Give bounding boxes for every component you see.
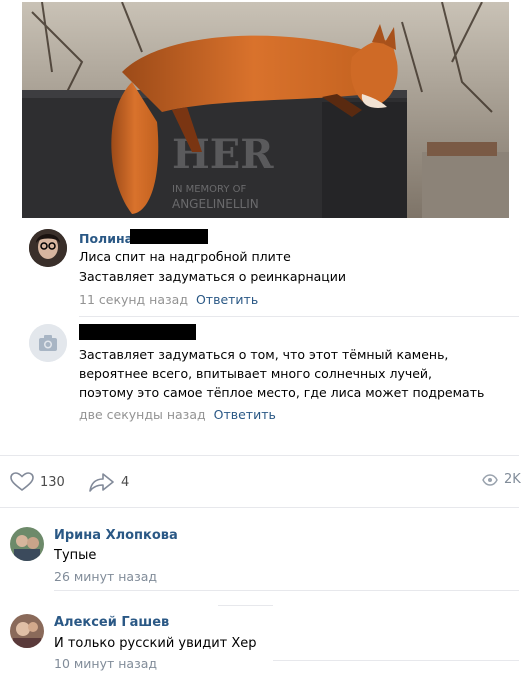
divider <box>273 660 519 661</box>
views-counter: 2K <box>482 472 521 487</box>
divider <box>0 455 519 456</box>
views-count: 2K <box>504 472 521 487</box>
comment-meta: 11 секунд назад Ответить <box>79 292 258 307</box>
comment-text-line: Заставляет задуматься о том, что этот тё… <box>79 347 449 362</box>
share-arrow-icon <box>89 473 114 492</box>
comment-author[interactable]: Ирина Хлопкова <box>54 528 178 543</box>
divider <box>218 605 273 606</box>
divider <box>0 507 519 508</box>
comment-time: 10 минут назад <box>54 656 158 671</box>
reply-link[interactable]: Ответить <box>196 292 258 307</box>
avatar[interactable] <box>29 324 67 362</box>
comment-text-line: Лиса спит на надгробной плите <box>79 249 291 264</box>
eye-icon <box>482 473 498 486</box>
camera-icon <box>29 324 67 362</box>
avatar[interactable] <box>10 614 44 648</box>
divider <box>54 590 519 591</box>
likes-count: 130 <box>40 474 65 490</box>
comment-text-line: поэтому это самое тёплое место, где лиса… <box>79 385 485 400</box>
heart-icon <box>10 472 34 492</box>
comment-text-line: вероятнее всего, впитывает много солнечн… <box>79 366 433 381</box>
share-button[interactable]: 4 <box>89 472 129 492</box>
avatar[interactable] <box>10 527 44 561</box>
user-photo-icon <box>29 229 67 267</box>
comment-time: 11 секунд назад <box>79 292 188 307</box>
shares-count: 4 <box>121 474 130 490</box>
comment-meta: две секунды назад Ответить <box>79 407 276 422</box>
user-photo-icon <box>10 614 44 648</box>
user-photo-icon <box>10 527 44 561</box>
comment-text-line: Заставляет задуматься о реинкарнации <box>79 269 347 284</box>
comment-time: две секунды назад <box>79 407 206 422</box>
post-photo[interactable]: HER IN MEMORY OF ANGELINELLIN <box>22 2 509 218</box>
avatar[interactable] <box>29 229 67 267</box>
redacted-surname <box>130 229 208 244</box>
comment-author[interactable]: Алексей Гашев <box>54 615 169 630</box>
comment-author[interactable]: Полина <box>79 231 133 246</box>
comment-text: Тупые <box>54 548 97 563</box>
like-button[interactable]: 130 <box>10 472 65 492</box>
fox-gravestone-image: HER IN MEMORY OF ANGELINELLIN <box>22 2 509 218</box>
reply-link[interactable]: Ответить <box>214 407 276 422</box>
comment-time: 26 минут назад <box>54 569 158 584</box>
svg-text:ANGELINELLIN: ANGELINELLIN <box>172 197 259 211</box>
svg-text:IN MEMORY OF: IN MEMORY OF <box>172 184 247 195</box>
redacted-author <box>79 324 196 340</box>
divider <box>79 316 519 317</box>
comment-text: И только русский увидит Хер <box>54 636 257 651</box>
